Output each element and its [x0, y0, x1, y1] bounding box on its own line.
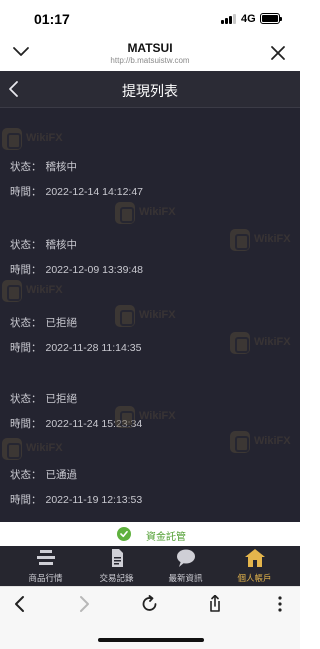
tab-news[interactable]: 最新資訊 [148, 546, 223, 586]
time-value: 2022-12-14 14:12:47 [45, 186, 144, 198]
tab-account[interactable]: 個人帳戶 [217, 546, 292, 586]
fund-custody-bar: 資金託管 [0, 522, 300, 546]
status-value: 已拒絕 [45, 317, 78, 329]
network-type: 4G [241, 13, 256, 25]
time-label: 時間： [10, 186, 42, 198]
status-value: 已拒絕 [45, 393, 78, 405]
back-arrow-icon[interactable] [8, 595, 32, 613]
watermark-logo: WikiFX [2, 438, 70, 460]
status-bar: 01:17 4G [0, 0, 300, 38]
home-indicator [98, 638, 204, 642]
watermark-logo: WikiFX [2, 128, 70, 150]
time-label: 時間： [10, 342, 42, 354]
status-value: 稽核中 [45, 161, 78, 173]
status-value: 已通過 [45, 469, 78, 481]
time-value: 2022-12-09 13:39:48 [45, 264, 144, 276]
share-icon[interactable] [203, 595, 227, 613]
status-value: 稽核中 [45, 239, 78, 251]
status-label: 状态： [10, 317, 42, 329]
close-icon[interactable] [270, 45, 286, 61]
time-value: 2022-11-28 11:14:35 [45, 342, 142, 354]
document-icon [112, 549, 123, 567]
watermark-logo: WikiFX [2, 280, 70, 302]
watermark-logo: WikiFX [115, 305, 183, 327]
tab-label: 交易記錄 [99, 573, 134, 583]
chat-icon [177, 549, 195, 567]
tab-label: 商品行情 [28, 573, 63, 583]
list-item[interactable]: 状态： 已通過 時間： 2022-11-19 12:13:53 [0, 450, 300, 522]
tab-market[interactable]: 商品行情 [8, 546, 83, 586]
reload-icon[interactable] [138, 595, 162, 613]
app-bar: 提現列表 [0, 71, 300, 108]
tab-label: 個人帳戶 [237, 573, 272, 583]
browser-header: MATSUI http://b.matsuistw.com [0, 38, 300, 71]
tab-trade-records[interactable]: 交易記錄 [79, 546, 154, 586]
more-icon[interactable] [268, 595, 292, 613]
status-label: 状态： [10, 393, 42, 405]
fund-custody-label: 資金託管 [146, 532, 186, 543]
signal-icon [221, 14, 237, 24]
time-label: 時間： [10, 494, 42, 506]
watermark-logo: WikiFX [230, 332, 298, 354]
battery-icon [260, 13, 282, 24]
time-label: 時間： [10, 418, 42, 430]
time-label: 時間： [10, 264, 42, 276]
site-title: MATSUI [127, 41, 173, 55]
status-time: 01:17 [34, 11, 70, 27]
withdrawal-list: 状态： 稽核中 時間： 2022-12-14 14:12:47 状态： 稽核中 時間：… [0, 108, 300, 522]
shield-check-icon [117, 527, 131, 541]
tab-bar: 商品行情 交易記錄 最新資訊 個人帳戶 [0, 546, 300, 586]
time-value: 2022-11-19 12:13:53 [45, 494, 143, 506]
status-label: 状态： [10, 469, 42, 481]
home-icon [245, 549, 265, 567]
watermark-logo: WikiFX [230, 229, 298, 251]
watermark-logo: WikiFX [115, 202, 183, 224]
status-label: 状态： [10, 239, 42, 251]
page-title: 提現列表 [122, 83, 178, 99]
browser-toolbar [0, 586, 300, 649]
watermark-logo: WikiFX [230, 431, 298, 453]
tab-label: 最新資訊 [168, 573, 203, 583]
site-url: http://b.matsuistw.com [110, 56, 190, 65]
list-icon [37, 550, 55, 565]
forward-arrow-icon[interactable] [72, 595, 96, 613]
status-label: 状态： [10, 161, 42, 173]
watermark-logo: WikiFX [115, 406, 183, 428]
